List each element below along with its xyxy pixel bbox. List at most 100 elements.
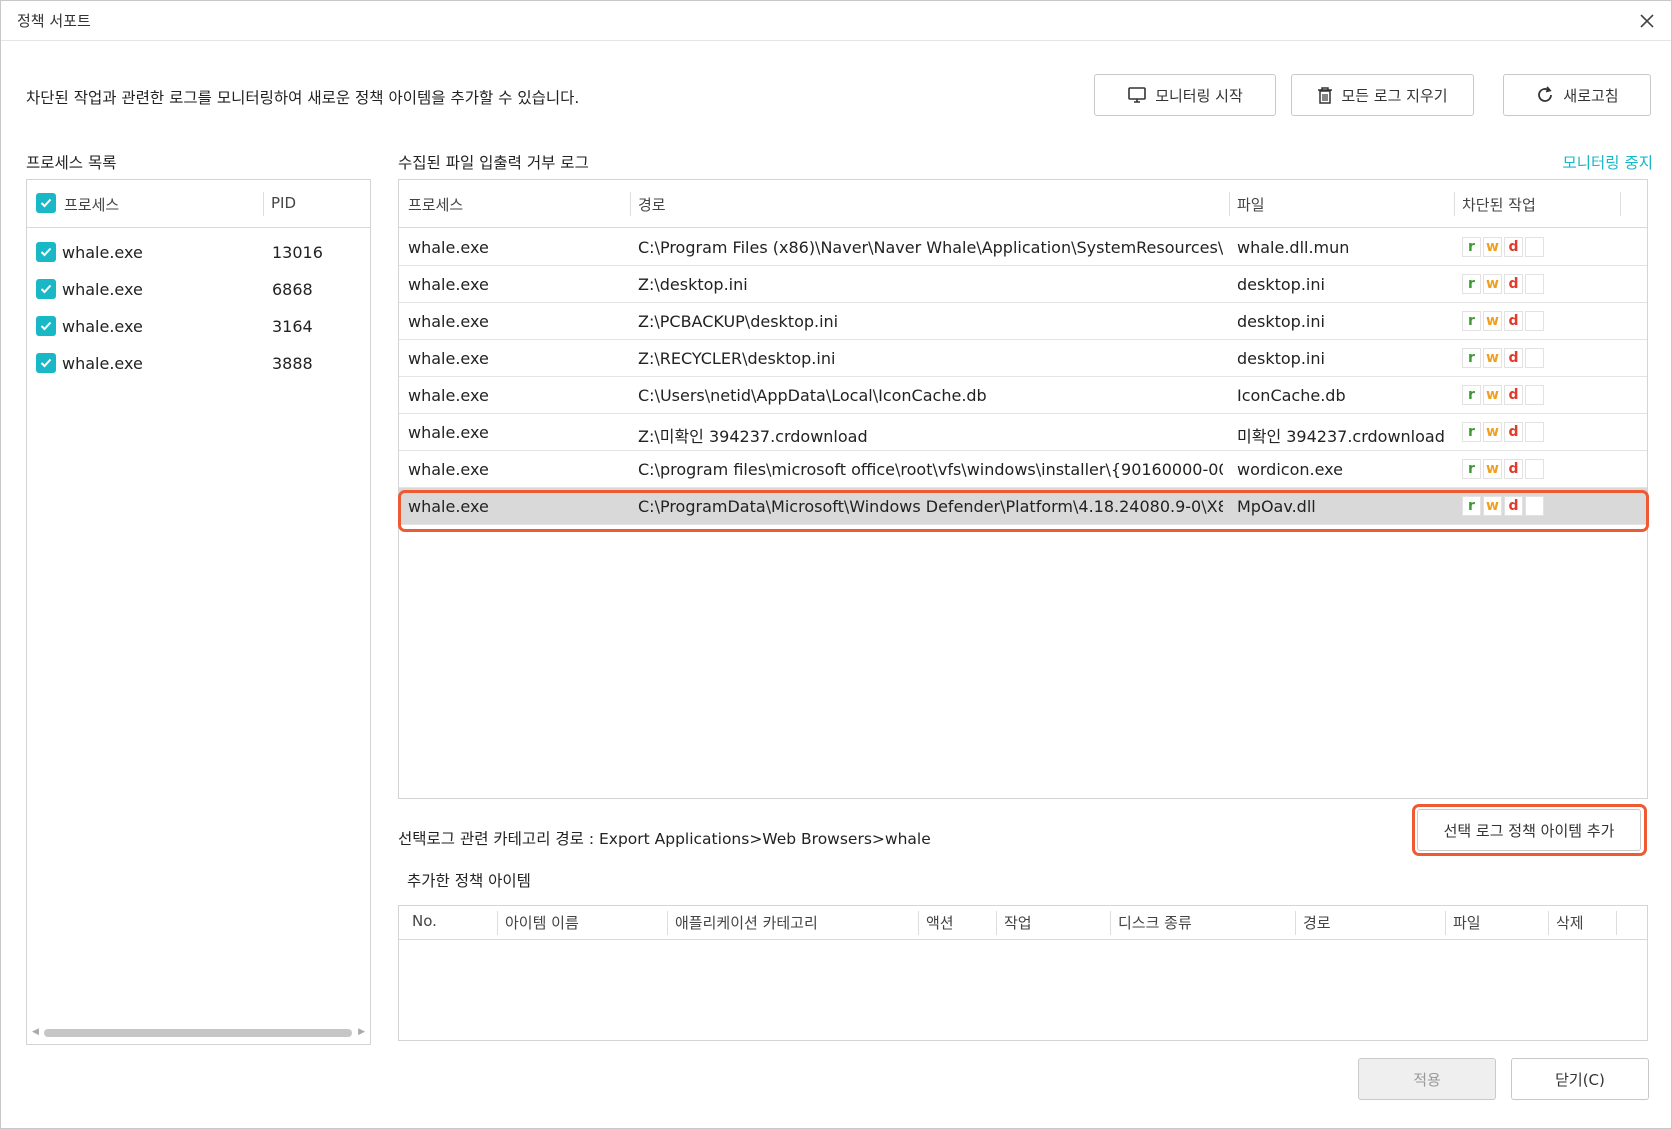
log-path: Z:\미확인 394237.crdownload bbox=[638, 427, 868, 446]
column-header-file[interactable]: 파일 bbox=[1237, 194, 1265, 215]
empty-badge bbox=[1525, 237, 1544, 257]
log-file: desktop.ini bbox=[1237, 312, 1325, 331]
refresh-label: 새로고침 bbox=[1563, 86, 1619, 105]
read-badge: r bbox=[1462, 385, 1481, 405]
close-button[interactable]: 닫기(C) bbox=[1511, 1058, 1649, 1100]
log-file: 미확인 394237.crdownload bbox=[1237, 427, 1445, 446]
add-policy-item-button[interactable]: 선택 로그 정책 아이템 추가 bbox=[1417, 809, 1641, 851]
apply-button[interactable]: 적용 bbox=[1358, 1058, 1496, 1100]
process-list: 프로세스 PID whale.exe 13016 whale.exe 6868 … bbox=[26, 179, 371, 1045]
read-badge: r bbox=[1462, 311, 1481, 331]
log-file: desktop.ini bbox=[1237, 275, 1325, 294]
process-row[interactable]: whale.exe 3164 bbox=[27, 308, 370, 345]
write-badge: w bbox=[1483, 385, 1502, 405]
log-row[interactable]: whale.exe Z:\desktop.ini desktop.ini r w… bbox=[399, 266, 1647, 303]
empty-badge bbox=[1525, 422, 1544, 442]
trash-icon bbox=[1318, 86, 1333, 104]
log-process: whale.exe bbox=[408, 275, 489, 294]
empty-badge bbox=[1525, 496, 1544, 516]
added-items-header: No. 아이템 이름 애플리케이션 카테고리 액션 작업 디스크 종류 경로 파… bbox=[399, 906, 1647, 940]
process-name: whale.exe bbox=[62, 354, 143, 373]
log-process: whale.exe bbox=[408, 386, 489, 405]
process-row[interactable]: whale.exe 13016 bbox=[27, 234, 370, 271]
log-path: Z:\PCBACKUP\desktop.ini bbox=[638, 312, 839, 331]
log-path: C:\program files\microsoft office\root\v… bbox=[638, 460, 1223, 479]
delete-badge: d bbox=[1504, 274, 1523, 294]
column-header-blocked-ops[interactable]: 차단된 작업 bbox=[1462, 194, 1536, 215]
read-badge: r bbox=[1462, 348, 1481, 368]
column-header-action[interactable]: 액션 bbox=[926, 912, 954, 933]
process-checkbox[interactable] bbox=[36, 353, 56, 373]
log-row[interactable]: whale.exe C:\Program Files (x86)\Naver\N… bbox=[399, 229, 1647, 266]
process-name: whale.exe bbox=[62, 280, 143, 299]
write-badge: w bbox=[1483, 237, 1502, 257]
read-badge: r bbox=[1462, 496, 1481, 516]
column-header-process[interactable]: 프로세스 bbox=[64, 194, 119, 215]
write-badge: w bbox=[1483, 496, 1502, 516]
process-pid: 3164 bbox=[272, 317, 313, 336]
delete-badge: d bbox=[1504, 237, 1523, 257]
column-header-path[interactable]: 경로 bbox=[638, 194, 666, 215]
start-monitoring-button[interactable]: 모니터링 시작 bbox=[1094, 74, 1276, 116]
window-title: 정책 서포트 bbox=[17, 12, 91, 30]
stop-monitoring-link[interactable]: 모니터링 중지 bbox=[1563, 151, 1654, 173]
log-row[interactable]: whale.exe C:\Users\netid\AppData\Local\I… bbox=[399, 377, 1647, 414]
column-header-path[interactable]: 경로 bbox=[1303, 912, 1331, 933]
column-header-pid[interactable]: PID bbox=[271, 194, 296, 212]
close-icon[interactable] bbox=[1633, 7, 1661, 35]
column-header-process[interactable]: 프로세스 bbox=[408, 194, 463, 215]
process-row[interactable]: whale.exe 6868 bbox=[27, 271, 370, 308]
column-header-item-name[interactable]: 아이템 이름 bbox=[505, 912, 579, 933]
log-process: whale.exe bbox=[408, 497, 489, 516]
write-badge: w bbox=[1483, 422, 1502, 442]
empty-badge bbox=[1525, 311, 1544, 331]
blocked-ops: r w d bbox=[1462, 311, 1544, 331]
log-row[interactable]: whale.exe C:\program files\microsoft off… bbox=[399, 451, 1647, 488]
log-row-selected[interactable]: whale.exe C:\ProgramData\Microsoft\Windo… bbox=[399, 488, 1647, 525]
process-checkbox[interactable] bbox=[36, 242, 56, 262]
column-header-operation[interactable]: 작업 bbox=[1004, 912, 1032, 933]
title-bar: 정책 서포트 bbox=[1, 1, 1671, 41]
denied-log-table: 프로세스 경로 파일 차단된 작업 whale.exe C:\Program F… bbox=[398, 179, 1648, 799]
clear-logs-button[interactable]: 모든 로그 지우기 bbox=[1291, 74, 1474, 116]
policy-support-dialog: 정책 서포트 차단된 작업과 관련한 로그를 모니터링하여 새로운 정책 아이템… bbox=[0, 0, 1672, 1129]
scrollbar-thumb[interactable] bbox=[44, 1029, 352, 1037]
read-badge: r bbox=[1462, 274, 1481, 294]
log-row[interactable]: whale.exe Z:\PCBACKUP\desktop.ini deskto… bbox=[399, 303, 1647, 340]
write-badge: w bbox=[1483, 348, 1502, 368]
blocked-ops: r w d bbox=[1462, 422, 1544, 442]
select-all-checkbox[interactable] bbox=[36, 193, 56, 213]
refresh-button[interactable]: 새로고침 bbox=[1503, 74, 1651, 116]
process-checkbox[interactable] bbox=[36, 316, 56, 336]
log-file: wordicon.exe bbox=[1237, 460, 1343, 479]
log-row[interactable]: whale.exe Z:\RECYCLER\desktop.ini deskto… bbox=[399, 340, 1647, 377]
write-badge: w bbox=[1483, 274, 1502, 294]
column-header-disk-type[interactable]: 디스크 종류 bbox=[1118, 912, 1192, 933]
process-list-header: 프로세스 PID bbox=[27, 180, 370, 228]
column-header-file[interactable]: 파일 bbox=[1453, 912, 1481, 933]
process-list-title: 프로세스 목록 bbox=[26, 154, 117, 172]
added-items-table: No. 아이템 이름 애플리케이션 카테고리 액션 작업 디스크 종류 경로 파… bbox=[398, 905, 1648, 1041]
process-pid: 13016 bbox=[272, 243, 323, 262]
added-items-title: 추가한 정책 아이템 bbox=[407, 872, 531, 890]
column-header-no[interactable]: No. bbox=[412, 912, 437, 930]
horizontal-scrollbar[interactable]: ◀ ▶ bbox=[32, 1027, 365, 1039]
empty-badge bbox=[1525, 385, 1544, 405]
delete-badge: d bbox=[1504, 311, 1523, 331]
refresh-icon bbox=[1538, 86, 1553, 102]
scroll-right-icon[interactable]: ▶ bbox=[358, 1027, 365, 1037]
column-header-app-category[interactable]: 애플리케이션 카테고리 bbox=[675, 912, 818, 933]
column-header-delete[interactable]: 삭제 bbox=[1556, 912, 1584, 933]
delete-badge: d bbox=[1504, 348, 1523, 368]
process-checkbox[interactable] bbox=[36, 279, 56, 299]
log-process: whale.exe bbox=[408, 423, 489, 442]
log-process: whale.exe bbox=[408, 349, 489, 368]
process-row[interactable]: whale.exe 3888 bbox=[27, 345, 370, 382]
blocked-ops: r w d bbox=[1462, 459, 1544, 479]
scroll-left-icon[interactable]: ◀ bbox=[32, 1027, 39, 1037]
delete-badge: d bbox=[1504, 496, 1523, 516]
log-row[interactable]: whale.exe Z:\미확인 394237.crdownload 미확인 3… bbox=[399, 414, 1647, 451]
blocked-ops: r w d bbox=[1462, 348, 1544, 368]
delete-badge: d bbox=[1504, 422, 1523, 442]
read-badge: r bbox=[1462, 459, 1481, 479]
